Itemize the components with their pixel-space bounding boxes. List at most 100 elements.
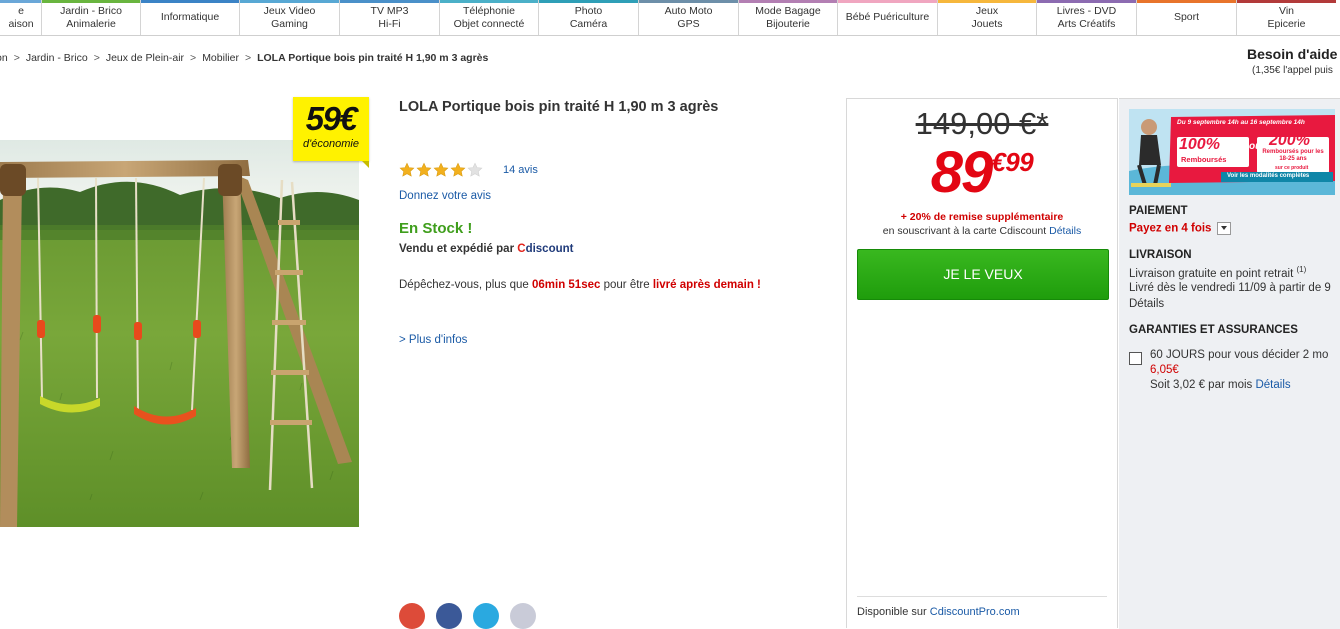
- nav-item-livres-dvd[interactable]: Livres - DVD Arts Créatifs: [1036, 0, 1136, 35]
- breadcrumb: on > Jardin - Brico > Jeux de Plein-air > Mobi…: [0, 52, 488, 64]
- guarantee-checkbox[interactable]: [1129, 352, 1142, 365]
- savings-badge: 59€ d'économie: [293, 97, 369, 168]
- delivery-details-link[interactable]: Détails: [1129, 298, 1164, 310]
- star-empty-icon: [467, 162, 483, 177]
- breadcrumb-item[interactable]: on: [0, 52, 8, 64]
- breadcrumb-item[interactable]: Mobilier: [202, 52, 239, 64]
- nav-item-label: Jeux: [975, 4, 999, 17]
- nav-item-sublabel: Arts Créatifs: [1057, 17, 1116, 30]
- payment-option[interactable]: Payez en 4 fois: [1129, 222, 1232, 235]
- help-title[interactable]: Besoin d'aide: [1247, 46, 1337, 62]
- guarantee-title: GARANTIES ET ASSURANCES: [1129, 324, 1298, 336]
- nav-item-label: e: [18, 4, 24, 17]
- countdown-prefix: Dépêchez-vous, plus que: [399, 279, 529, 291]
- category-nav: e aison Jardin - Brico Animalerie Inform…: [0, 0, 1340, 36]
- breadcrumb-item[interactable]: Jeux de Plein-air: [106, 52, 184, 64]
- star-filled-icon: [399, 162, 415, 177]
- nav-item-label: Informatique: [160, 11, 220, 23]
- card-offer-text: en souscrivant à la carte Cdiscount: [882, 225, 1047, 237]
- delivery-title: LIVRAISON: [1129, 249, 1192, 261]
- divider: [857, 596, 1107, 597]
- nav-item-telephonie[interactable]: Téléphonie Objet connecté: [439, 0, 538, 35]
- nav-item-vin-epicerie[interactable]: Vin Epicerie: [1236, 0, 1336, 35]
- nav-item-sublabel: Objet connecté: [453, 17, 525, 30]
- stock-status: En Stock !: [399, 220, 473, 237]
- pro-availability: Disponible sur CdiscountPro.com: [857, 606, 1020, 618]
- breadcrumb-separator: >: [93, 52, 100, 64]
- nav-item-sublabel: Animalerie: [66, 17, 116, 30]
- nav-item-sublabel: Bijouterie: [766, 17, 810, 30]
- nav-item-label: Mode Bagage: [755, 4, 821, 17]
- share-icon[interactable]: [510, 603, 536, 629]
- give-review-link[interactable]: Donnez votre avis: [399, 190, 491, 202]
- right-panel: Du 9 septembre 14h au 16 septembre 14h 1…: [1119, 98, 1340, 629]
- nav-item-label: Vin: [1279, 4, 1294, 17]
- nav-item-label: Auto Moto: [664, 4, 713, 17]
- more-info-link[interactable]: > Plus d'infos: [399, 334, 467, 346]
- rating-stars[interactable]: [399, 162, 483, 178]
- price-integer: 89: [930, 140, 993, 205]
- promo-pct2-note: sur ce produit: [1275, 165, 1309, 171]
- payment-value: Payez en 4 fois: [1129, 222, 1212, 235]
- nav-item-sublabel: Caméra: [569, 17, 608, 30]
- breadcrumb-separator: >: [190, 52, 197, 64]
- nav-item-sublabel: Jouets: [971, 17, 1003, 30]
- nav-item-jeux-jouets[interactable]: Jeux Jouets: [937, 0, 1036, 35]
- help-subtitle: (1,35€ l'appel puis: [1252, 65, 1333, 76]
- seller-prefix: Vendu et expédié par: [399, 243, 515, 255]
- breadcrumb-separator: >: [244, 52, 252, 64]
- extra-discount: + 20% de remise supplémentaire: [900, 211, 1064, 223]
- star-filled-icon: [450, 162, 466, 177]
- pro-availability-text: Disponible sur: [857, 606, 927, 618]
- guarantee-option: 60 JOURS pour vous décider 2 mo: [1150, 349, 1329, 361]
- nav-item-label: Sport: [1173, 11, 1200, 23]
- delivery-countdown: Dépêchez-vous, plus que 06min 51sec pour…: [399, 279, 761, 291]
- breadcrumb-current: LOLA Portique bois pin traité H 1,90 m 3…: [257, 52, 489, 64]
- dropdown-arrow-icon[interactable]: [1217, 222, 1232, 235]
- promo-banner[interactable]: Du 9 septembre 14h au 16 septembre 14h 1…: [1129, 109, 1335, 195]
- nav-item-photo[interactable]: Photo Caméra: [538, 0, 638, 35]
- nav-item-maison[interactable]: e aison: [0, 0, 41, 35]
- promo-pct2: 200%: [1269, 132, 1310, 149]
- nav-item-sublabel: aison: [8, 17, 34, 30]
- promo-pct2-label: Remboursés pour les 18-25 ans: [1262, 149, 1324, 162]
- add-to-cart-button[interactable]: JE LE VEUX: [857, 249, 1109, 300]
- nav-item-sublabel: Hi-Fi: [378, 17, 401, 30]
- delivery-date: Livré dès le vendredi 11/09 à partir de …: [1129, 282, 1331, 294]
- product-title: LOLA Portique bois pin traité H 1,90 m 3…: [399, 99, 719, 115]
- nav-item-sublabel: Epicerie: [1267, 17, 1306, 30]
- savings-label: d'économie: [303, 138, 359, 150]
- nav-item-bebe[interactable]: Bébé Puériculture: [837, 0, 937, 35]
- guarantee-details-link[interactable]: Détails: [1255, 379, 1290, 391]
- nav-item-sport[interactable]: Sport: [1136, 0, 1236, 35]
- nav-item-auto-moto[interactable]: Auto Moto GPS: [638, 0, 738, 35]
- product-image[interactable]: [0, 140, 359, 527]
- nav-item-label: Jardin - Brico: [60, 4, 122, 17]
- promo-cta: Voir les modalités complètes: [1227, 173, 1310, 179]
- payment-title: PAIEMENT: [1129, 205, 1188, 217]
- nav-item-sublabel: GPS: [677, 17, 700, 30]
- guarantee-monthly: Soit 3,02 € par mois Détails: [1150, 379, 1291, 391]
- star-filled-icon: [433, 162, 449, 177]
- nav-item-jeux-video[interactable]: Jeux Video Gaming: [239, 0, 339, 35]
- guarantee-price: 6,05€: [1150, 364, 1179, 376]
- google-plus-icon[interactable]: [399, 603, 425, 629]
- twitter-icon[interactable]: [473, 603, 499, 629]
- nav-item-informatique[interactable]: Informatique: [140, 0, 239, 35]
- nav-item-mode-bagage[interactable]: Mode Bagage Bijouterie: [738, 0, 837, 35]
- nav-item-jardin-brico[interactable]: Jardin - Brico Animalerie: [41, 0, 140, 35]
- nav-item-label: TV MP3: [370, 4, 409, 17]
- countdown-time: 06min 51sec: [531, 279, 601, 291]
- promo-pct1: 100%: [1179, 136, 1220, 153]
- pro-availability-link[interactable]: CdiscountPro.com: [930, 606, 1020, 618]
- facebook-icon[interactable]: [436, 603, 462, 629]
- nav-item-sublabel: Gaming: [271, 17, 308, 30]
- nav-item-tv-mp3[interactable]: TV MP3 Hi-Fi: [339, 0, 439, 35]
- nav-item-label: Jeux Video: [263, 4, 316, 17]
- reviews-link[interactable]: 14 avis: [503, 164, 538, 176]
- seller-info: Vendu et expédié par Cdiscount: [399, 243, 573, 255]
- seller-logo[interactable]: Cdiscount: [517, 243, 573, 255]
- card-offer-link[interactable]: Détails: [1049, 225, 1081, 237]
- breadcrumb-separator: >: [13, 52, 20, 64]
- breadcrumb-item[interactable]: Jardin - Brico: [26, 52, 88, 64]
